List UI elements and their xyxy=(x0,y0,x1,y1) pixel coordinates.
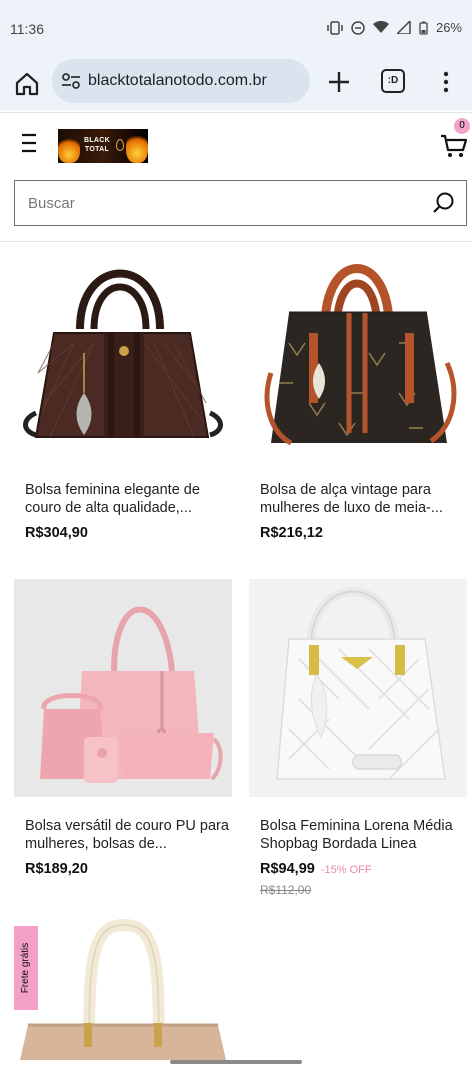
product-card[interactable]: Bolsa feminina elegante de couro de alta… xyxy=(14,243,232,541)
hamburger-menu-icon[interactable] xyxy=(18,132,40,154)
address-bar[interactable]: blacktotalanotodo.com.br xyxy=(52,59,310,103)
signal-icon xyxy=(396,21,411,34)
product-card[interactable]: Bolsa de alça vintage para mulheres de l… xyxy=(249,243,467,541)
status-time: 11:36 xyxy=(10,21,44,37)
status-icons: 26% xyxy=(327,20,462,35)
original-price: R$112,00 xyxy=(260,883,312,897)
more-vert-icon[interactable] xyxy=(436,69,456,95)
product-card[interactable]: Bolsa versátil de couro PU para mulheres… xyxy=(14,579,232,877)
bag-illustration xyxy=(249,579,467,797)
price-row: R$216,12 xyxy=(249,525,467,541)
do-not-disturb-icon xyxy=(351,20,365,35)
product-title[interactable]: Bolsa de alça vintage para mulheres de l… xyxy=(249,481,467,517)
url-text[interactable]: blacktotalanotodo.com.br xyxy=(88,72,267,90)
price-row: R$94,99 -15% OFF xyxy=(249,861,467,877)
product-image[interactable] xyxy=(14,915,232,1060)
product-card[interactable]: Bolsa Feminina Lorena Média Shopbag Bord… xyxy=(249,579,467,897)
discount-badge: -15% OFF xyxy=(320,864,372,876)
logo-flame-left xyxy=(58,135,80,163)
vibrate-icon xyxy=(327,20,343,35)
product-title[interactable]: Bolsa feminina elegante de couro de alta… xyxy=(14,481,232,517)
browser-toolbar: blacktotalanotodo.com.br :D xyxy=(0,58,472,110)
cart-icon[interactable] xyxy=(440,133,468,159)
product-price: R$94,99 xyxy=(260,861,315,877)
site-settings-icon[interactable] xyxy=(61,72,81,90)
product-title[interactable]: Bolsa versátil de couro PU para mulheres… xyxy=(14,817,232,853)
bag-illustration xyxy=(264,264,457,446)
search-input[interactable] xyxy=(28,191,408,215)
bag-illustration xyxy=(20,918,226,1060)
product-title[interactable]: Bolsa Feminina Lorena Média Shopbag Bord… xyxy=(249,817,467,853)
site-header: BLACK TOTAL 0 xyxy=(0,112,472,242)
price-row: R$304,90 xyxy=(14,525,232,541)
battery-level: 26% xyxy=(435,20,462,35)
logo-drop-icon xyxy=(116,139,124,151)
product-card[interactable] xyxy=(14,915,232,1060)
product-image[interactable] xyxy=(14,579,232,797)
bag-illustration xyxy=(23,269,223,438)
tabs-icon[interactable]: :D xyxy=(381,69,405,93)
logo-text: BLACK TOTAL xyxy=(84,137,110,153)
product-price: R$216,12 xyxy=(260,525,323,541)
logo[interactable]: BLACK TOTAL xyxy=(58,129,148,163)
price-row: R$189,20 xyxy=(14,861,232,877)
bag-illustration xyxy=(40,606,223,783)
cart-count-badge: 0 xyxy=(454,118,470,134)
search-icon[interactable] xyxy=(432,191,456,215)
wifi-icon xyxy=(372,21,389,33)
product-price: R$189,20 xyxy=(25,861,88,877)
status-bar: 11:36 26% xyxy=(0,0,472,58)
gesture-nav-handle[interactable] xyxy=(170,1060,302,1064)
home-icon[interactable] xyxy=(12,69,42,99)
product-image[interactable] xyxy=(14,243,232,461)
product-image[interactable] xyxy=(249,243,467,461)
product-image[interactable] xyxy=(249,579,467,797)
search-box xyxy=(14,180,467,226)
free-shipping-label: Frete grátis xyxy=(20,942,31,994)
product-price: R$304,90 xyxy=(25,525,88,541)
free-shipping-badge: Frete grátis xyxy=(14,926,38,1010)
battery-icon xyxy=(419,21,428,35)
logo-flame-right xyxy=(126,131,148,163)
plus-icon[interactable] xyxy=(326,69,352,95)
